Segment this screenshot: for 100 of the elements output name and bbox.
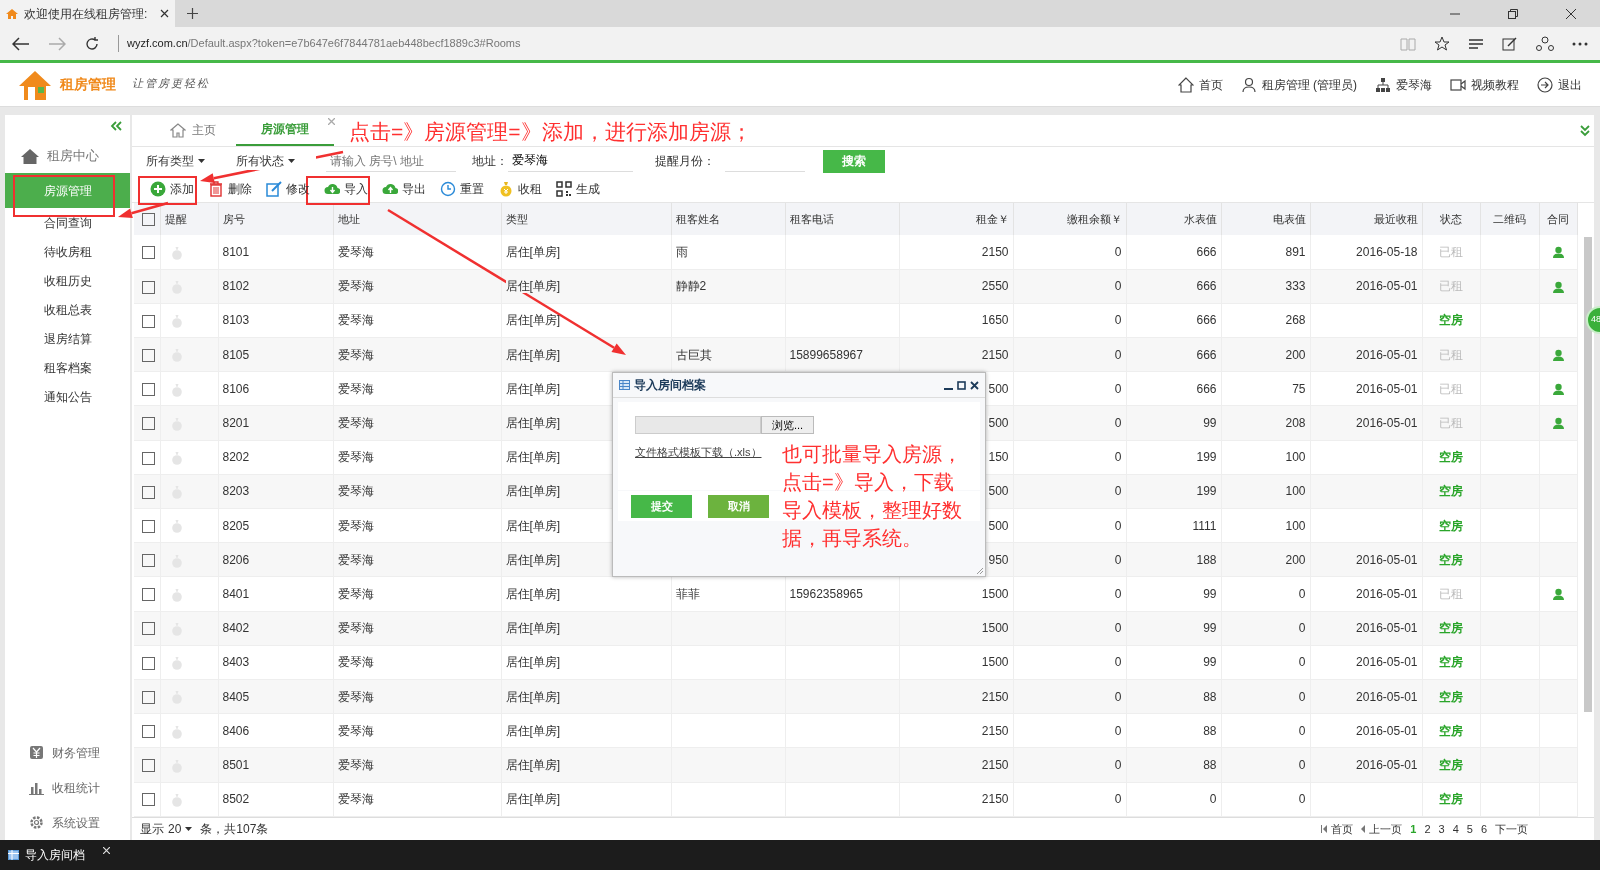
checkbox[interactable] <box>142 554 155 568</box>
toolbar-button[interactable]: 添加 <box>144 176 200 201</box>
close-icon[interactable] <box>1566 8 1576 19</box>
header-link[interactable]: 退出 <box>1537 75 1582 94</box>
taskbar-item[interactable]: 导入房间档 <box>25 846 85 864</box>
header-link[interactable]: 首页 <box>1177 75 1223 94</box>
table-cell: 古巨其 <box>675 347 712 362</box>
table-cell: 2016-05-01 <box>1356 552 1418 567</box>
checkbox[interactable] <box>142 519 155 533</box>
table-cell: 666 <box>1196 313 1217 328</box>
checkbox[interactable] <box>142 793 155 807</box>
table-cell: 爱琴海 <box>337 757 374 772</box>
sidebar-item[interactable]: 收租历史 <box>5 266 130 295</box>
toolbar-button[interactable]: 生成 <box>550 176 606 201</box>
table-cell: 居住[单房] <box>505 552 561 567</box>
browse-button[interactable]: 浏览... <box>761 415 815 434</box>
status-text: 已租 <box>1439 586 1463 601</box>
table-cell: 爱琴海 <box>337 552 374 567</box>
sidebar-item[interactable]: 收租统计 <box>52 778 100 797</box>
page-link[interactable]: 4 <box>1452 820 1459 838</box>
money-bag-icon <box>170 519 183 534</box>
person-icon[interactable] <box>1551 417 1565 431</box>
checkbox[interactable] <box>142 656 155 670</box>
sidebar-item[interactable]: 系统设置 <box>52 813 100 832</box>
dropdown[interactable]: 所有状态 <box>236 152 316 170</box>
checkbox[interactable] <box>142 622 155 636</box>
template-download-link[interactable]: 文件格式模板下载（.xls） <box>635 443 762 461</box>
toolbar-button[interactable]: 导出 <box>376 176 432 201</box>
checkbox[interactable] <box>142 246 155 260</box>
header-link[interactable]: 租房管理 (管理员) <box>1240 75 1357 94</box>
tab[interactable]: 主页 <box>150 114 236 146</box>
money-bag-icon <box>170 587 183 602</box>
toolbar-button[interactable]: 导入 <box>318 176 374 201</box>
page-link[interactable]: 6 <box>1480 820 1487 838</box>
header-link[interactable]: 爱琴海 <box>1375 75 1432 94</box>
table-cell: 200 <box>1285 552 1306 567</box>
table-cell: 75 <box>1292 381 1306 396</box>
table-cell: 0 <box>1114 313 1122 328</box>
checkbox[interactable] <box>142 759 155 773</box>
back-icon[interactable] <box>12 36 30 51</box>
checkbox[interactable] <box>142 690 155 704</box>
scrollbar[interactable] <box>1584 237 1592 712</box>
checkbox[interactable] <box>142 349 155 362</box>
sidebar-item[interactable]: 退房结算 <box>5 324 130 353</box>
table-cell: 爱琴海 <box>337 244 374 259</box>
checkbox[interactable] <box>142 280 155 294</box>
checkbox[interactable] <box>142 213 155 227</box>
more-icon[interactable] <box>1572 41 1588 46</box>
person-icon[interactable] <box>1551 349 1565 362</box>
table-cell: 居住[单房] <box>505 655 561 670</box>
new-tab-icon[interactable] <box>187 8 198 19</box>
browser-tab[interactable]: 欢迎使用在线租房管理: <box>0 0 175 27</box>
table-cell: 0 <box>1114 586 1122 601</box>
checkbox[interactable] <box>142 417 155 431</box>
person-icon[interactable] <box>1551 246 1565 260</box>
page-link[interactable]: 5 <box>1466 820 1473 838</box>
first-page-link[interactable]: 首页 <box>1321 820 1354 838</box>
pencil-icon[interactable] <box>1502 35 1518 52</box>
address-field[interactable]: wyzf.com.cn/Default.aspx?token=e7b647e6f7844781aeb448becf1889c3#Rooms <box>118 35 521 52</box>
menu-icon[interactable] <box>1468 37 1484 50</box>
sidebar-item[interactable]: 待收房租 <box>5 237 130 266</box>
maximize-icon[interactable] <box>957 380 966 390</box>
checkbox[interactable] <box>142 725 155 739</box>
close-icon[interactable] <box>970 380 979 390</box>
refresh-icon[interactable] <box>84 35 100 52</box>
yen-icon <box>29 745 44 760</box>
next-page-link[interactable]: 下一页 <box>1495 820 1528 838</box>
share-icon[interactable] <box>1536 35 1554 52</box>
toolbar-button[interactable]: 重置 <box>434 176 490 201</box>
edit-icon <box>266 180 282 197</box>
page-link[interactable]: 2 <box>1424 820 1431 838</box>
field-label: 地址： <box>472 153 508 170</box>
collapse-icon[interactable] <box>110 121 122 131</box>
restore-icon[interactable] <box>1508 8 1518 19</box>
checkbox[interactable] <box>142 383 155 397</box>
file-field[interactable] <box>635 415 761 434</box>
sidebar-item[interactable]: 合同查询 <box>5 208 130 237</box>
close-icon[interactable] <box>160 9 169 18</box>
checkbox[interactable] <box>142 588 155 602</box>
prev-page-link[interactable]: 上一页 <box>1361 820 1403 838</box>
star-icon[interactable] <box>1434 35 1450 52</box>
sidebar-item[interactable]: 租客档案 <box>5 353 130 382</box>
checkbox[interactable] <box>142 485 155 499</box>
page-link[interactable]: 3 <box>1438 820 1445 838</box>
toolbar-button[interactable]: 删除 <box>202 176 258 201</box>
checkbox[interactable] <box>142 314 155 328</box>
checkbox[interactable] <box>142 451 155 465</box>
expand-icon[interactable] <box>1580 124 1590 137</box>
sidebar-item[interactable]: 通知公告 <box>5 382 130 411</box>
person-icon[interactable] <box>1551 588 1565 602</box>
sidebar-item[interactable]: 财务管理 <box>52 743 100 762</box>
page-size-dropdown[interactable]: 20 <box>168 820 193 838</box>
person-icon[interactable] <box>1551 383 1565 397</box>
table-cell: 2150 <box>981 723 1009 738</box>
first-page-icon <box>1321 825 1328 833</box>
header-link[interactable]: 视频教程 <box>1450 75 1519 94</box>
sidebar-item[interactable]: 收租总表 <box>5 295 130 324</box>
toolbar-button[interactable]: 收租 <box>492 176 548 201</box>
caret-icon <box>198 159 205 163</box>
person-icon[interactable] <box>1551 280 1565 294</box>
